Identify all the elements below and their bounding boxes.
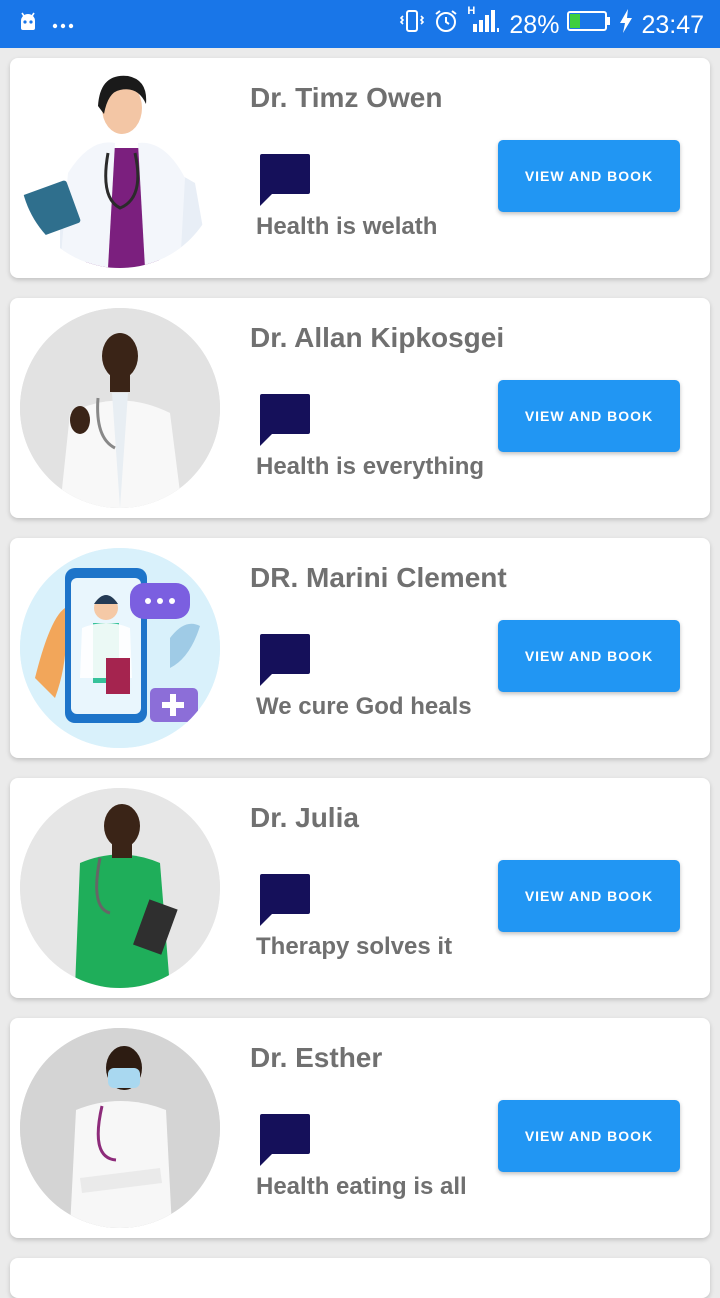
doctor-card[interactable]: DR. Marini Clement We cure God heals VIE… xyxy=(10,538,710,758)
view-and-book-button[interactable]: VIEW AND BOOK xyxy=(498,140,680,212)
status-bar-right: H 28% 23:47 xyxy=(399,5,704,41)
chat-icon[interactable] xyxy=(260,154,312,206)
doctor-list: Dr. Timz Owen Health is welath VIEW AND … xyxy=(10,58,710,1258)
battery-percent: 28% xyxy=(509,10,560,39)
doctor-name: Dr. Timz Owen xyxy=(250,82,443,113)
doctor-avatar xyxy=(20,788,220,988)
status-bar-left xyxy=(18,12,74,37)
doctor-motto: Therapy solves it xyxy=(256,933,453,960)
doctor-name: DR. Marini Clement xyxy=(250,562,507,593)
doctor-card-partial[interactable] xyxy=(10,1258,710,1298)
view-and-book-button[interactable]: VIEW AND BOOK xyxy=(498,620,680,692)
doctor-card[interactable]: Dr. Julia Therapy solves it VIEW AND BOO… xyxy=(10,778,710,998)
chat-icon[interactable] xyxy=(260,394,312,446)
view-and-book-button[interactable]: VIEW AND BOOK xyxy=(498,860,680,932)
more-dots-icon xyxy=(52,16,74,34)
status-bar: H 28% 23:47 xyxy=(0,0,720,48)
doctor-name: Dr. Allan Kipkosgei xyxy=(250,322,505,353)
view-and-book-button[interactable]: VIEW AND BOOK xyxy=(498,1100,680,1172)
charging-icon xyxy=(619,8,633,41)
chat-icon[interactable] xyxy=(260,1114,312,1166)
android-icon xyxy=(18,12,38,37)
doctor-motto: Health is everything xyxy=(256,453,485,480)
view-and-book-button[interactable]: VIEW AND BOOK xyxy=(498,380,680,452)
doctor-avatar xyxy=(20,548,220,748)
vibrate-icon xyxy=(399,8,425,41)
doctor-card[interactable]: Dr. Timz Owen Health is welath VIEW AND … xyxy=(10,58,710,278)
doctor-motto: Health is welath xyxy=(256,213,438,240)
doctor-motto: Health eating is all xyxy=(256,1173,467,1200)
battery-icon xyxy=(567,9,611,40)
network-type-label: H xyxy=(467,5,476,17)
doctor-avatar xyxy=(20,1028,220,1228)
chat-icon[interactable] xyxy=(260,634,312,686)
doctor-avatar xyxy=(20,68,220,268)
doctor-motto: We cure God heals xyxy=(256,693,472,720)
signal-icon: H xyxy=(467,5,501,41)
doctor-card[interactable]: Dr. Esther Health eating is all VIEW AND… xyxy=(10,1018,710,1238)
alarm-icon xyxy=(433,8,459,41)
doctor-avatar xyxy=(20,308,220,508)
doctor-name: Dr. Esther xyxy=(250,1042,383,1073)
doctor-card[interactable]: Dr. Allan Kipkosgei Health is everything… xyxy=(10,298,710,518)
doctor-name: Dr. Julia xyxy=(250,802,359,833)
clock: 23:47 xyxy=(641,10,704,39)
chat-icon[interactable] xyxy=(260,874,312,926)
